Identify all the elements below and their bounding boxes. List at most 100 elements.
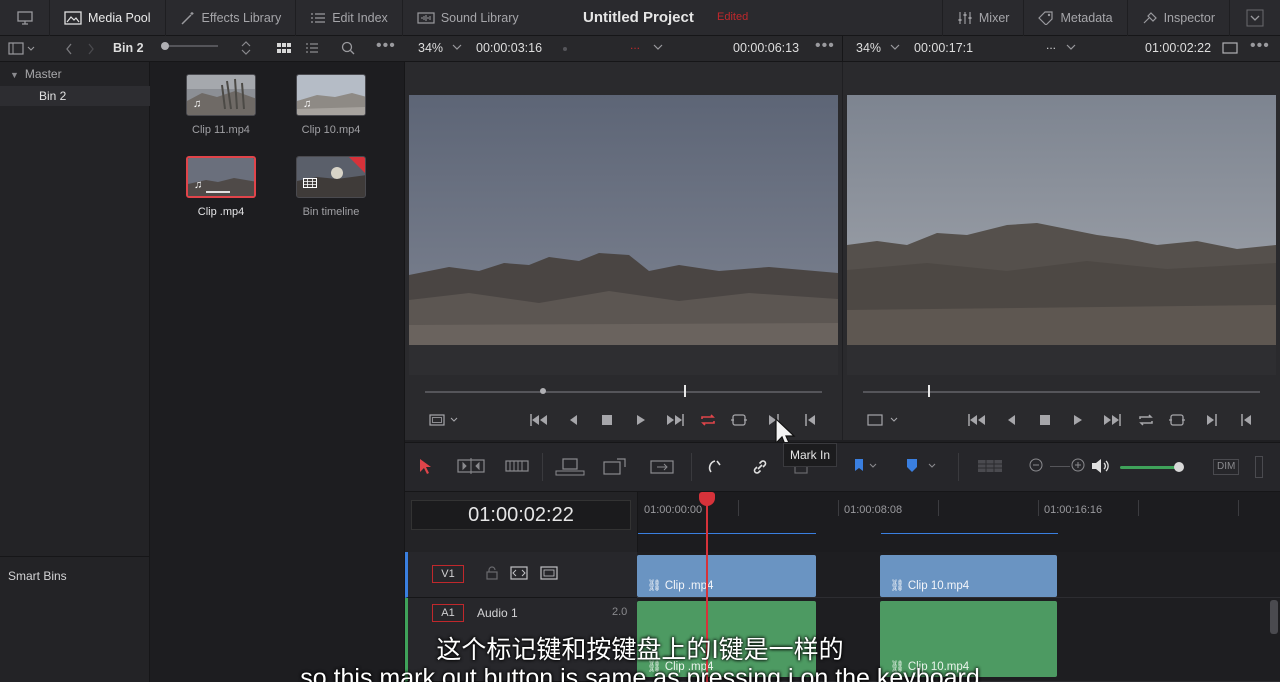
search-icon[interactable] bbox=[341, 41, 355, 55]
program-timecode: 00:00:17:1 bbox=[914, 41, 974, 55]
grid-view-icon[interactable] bbox=[276, 42, 292, 54]
program-zoom-chevron-icon[interactable] bbox=[890, 43, 900, 51]
source-clip-chevron-icon[interactable] bbox=[653, 43, 663, 51]
stop-icon[interactable] bbox=[601, 413, 613, 430]
volume-icon[interactable] bbox=[1091, 458, 1111, 477]
clip-item-selected[interactable]: ♫ Clip .mp4 bbox=[171, 156, 271, 218]
sort-icon[interactable] bbox=[240, 41, 252, 55]
source-scrubber[interactable] bbox=[425, 391, 822, 393]
forward-arrow-icon[interactable] bbox=[86, 42, 96, 56]
source-playhead[interactable] bbox=[684, 385, 686, 397]
thumb-size-slider[interactable] bbox=[162, 45, 218, 47]
loop-icon[interactable] bbox=[1137, 413, 1155, 430]
expand-chevron-icon[interactable]: ▼ bbox=[10, 70, 19, 80]
mark-out-icon[interactable] bbox=[804, 413, 816, 430]
track-video-icon[interactable] bbox=[540, 566, 558, 583]
clip-thumbnail[interactable]: ♫ bbox=[186, 74, 256, 116]
mixer-button[interactable]: Mixer bbox=[941, 0, 1025, 36]
jump-start-icon[interactable] bbox=[967, 413, 987, 430]
timeline-timecode[interactable]: 01:00:02:22 bbox=[411, 500, 631, 530]
stop-icon[interactable] bbox=[1039, 413, 1051, 430]
program-chevron-icon[interactable] bbox=[1066, 43, 1076, 51]
source-zoom-chevron-icon[interactable] bbox=[452, 43, 462, 51]
source-in-handle[interactable] bbox=[540, 388, 546, 394]
timeline-item[interactable]: Bin timeline bbox=[281, 156, 381, 218]
jump-end-icon[interactable] bbox=[665, 413, 685, 430]
clip-item[interactable]: ♫ Clip 11.mp4 bbox=[171, 74, 271, 136]
source-video-frame[interactable] bbox=[409, 95, 838, 345]
program-zoom[interactable]: 34% bbox=[856, 41, 881, 55]
back-arrow-icon[interactable] bbox=[64, 42, 74, 56]
metadata-button[interactable]: Metadata bbox=[1024, 0, 1128, 36]
list-view-icon[interactable] bbox=[305, 42, 319, 54]
master-bin[interactable]: ▼ Master bbox=[10, 67, 62, 81]
sound-library-button[interactable]: Sound Library bbox=[403, 0, 533, 36]
expand-button[interactable] bbox=[1230, 0, 1280, 36]
auto-select-icon[interactable] bbox=[510, 566, 528, 583]
clip-thumbnail[interactable]: ♫ bbox=[186, 156, 256, 198]
clip-mode-icon[interactable] bbox=[429, 413, 461, 430]
clip-thumbnail[interactable]: ♫ bbox=[296, 74, 366, 116]
video-clip[interactable]: ⛓ Clip 10.mp4 bbox=[880, 555, 1057, 597]
zoom-slider[interactable] bbox=[1050, 466, 1070, 467]
link-icon: ⛓ bbox=[890, 580, 905, 592]
reverse-icon[interactable] bbox=[568, 413, 578, 430]
mark-in-icon[interactable] bbox=[1206, 413, 1218, 430]
program-options-icon[interactable]: ••• bbox=[1250, 37, 1270, 55]
sidebar-toggle-icon[interactable] bbox=[8, 42, 36, 56]
media-pool-button[interactable]: Media Pool bbox=[50, 0, 166, 36]
flag-icon[interactable] bbox=[853, 458, 879, 477]
blade-tool-icon[interactable] bbox=[505, 458, 529, 477]
match-frame-icon[interactable] bbox=[1168, 413, 1186, 430]
jump-end-icon[interactable] bbox=[1102, 413, 1122, 430]
thumb-size-handle[interactable] bbox=[161, 42, 169, 50]
viewer-mode-icon[interactable] bbox=[867, 413, 905, 430]
audio-note-icon: ♫ bbox=[193, 98, 202, 110]
track-name-a1[interactable]: Audio 1 bbox=[477, 606, 518, 620]
track-label-v1[interactable]: V1 bbox=[432, 565, 464, 583]
source-zoom[interactable]: 34% bbox=[418, 41, 443, 55]
inspector-button[interactable]: Inspector bbox=[1128, 0, 1230, 36]
dim-button[interactable]: DIM bbox=[1213, 459, 1240, 475]
clip-item[interactable]: ♫ Clip 10.mp4 bbox=[281, 74, 381, 136]
effects-library-button[interactable]: Effects Library bbox=[166, 0, 297, 36]
program-scrubber[interactable] bbox=[863, 391, 1260, 393]
volume-slider[interactable] bbox=[1120, 466, 1182, 469]
mark-out-icon[interactable] bbox=[1240, 413, 1252, 430]
timeline-view-options-icon[interactable] bbox=[977, 458, 1003, 477]
play-icon[interactable] bbox=[1073, 413, 1083, 430]
workspace-button[interactable] bbox=[0, 0, 50, 36]
trim-tool-icon[interactable] bbox=[457, 458, 485, 477]
viewer-mode-icon[interactable] bbox=[1222, 42, 1238, 54]
overwrite-clip-icon[interactable] bbox=[603, 458, 627, 479]
source-options-icon[interactable]: ••• bbox=[815, 37, 835, 55]
play-icon[interactable] bbox=[636, 413, 646, 430]
marker-icon[interactable] bbox=[905, 458, 937, 477]
track-label-a1[interactable]: A1 bbox=[432, 604, 464, 622]
loop-icon[interactable] bbox=[699, 413, 717, 430]
video-clip[interactable]: ⛓ Clip .mp4 bbox=[637, 555, 816, 597]
link-icon[interactable] bbox=[751, 458, 769, 479]
timeline-scrollbar[interactable] bbox=[1270, 600, 1278, 634]
program-video-frame[interactable] bbox=[847, 95, 1276, 345]
edit-index-button[interactable]: Edit Index bbox=[296, 0, 403, 36]
insert-clip-icon[interactable] bbox=[555, 458, 585, 479]
volume-slider-handle[interactable] bbox=[1174, 462, 1184, 472]
timeline-thumbnail[interactable] bbox=[296, 156, 366, 198]
match-frame-icon[interactable] bbox=[730, 413, 748, 430]
bin-item-bin-2[interactable]: Bin 2 bbox=[0, 86, 150, 106]
clip-range-bar bbox=[638, 533, 816, 534]
jump-start-icon[interactable] bbox=[529, 413, 549, 430]
replace-clip-icon[interactable] bbox=[647, 458, 677, 479]
snapping-icon[interactable] bbox=[707, 458, 725, 479]
lock-icon[interactable] bbox=[486, 566, 498, 583]
reverse-icon[interactable] bbox=[1006, 413, 1016, 430]
zoom-out-icon[interactable] bbox=[1029, 458, 1043, 475]
program-name[interactable]: ... bbox=[1046, 38, 1056, 52]
smart-bins-header[interactable]: Smart Bins bbox=[0, 556, 150, 592]
zoom-in-icon[interactable] bbox=[1071, 458, 1085, 475]
pool-options-icon[interactable]: ••• bbox=[376, 37, 396, 55]
program-playhead[interactable] bbox=[928, 385, 930, 397]
selection-tool-icon[interactable] bbox=[419, 458, 431, 477]
timeline-ruler[interactable]: 01:00:00:00 01:00:08:08 01:00:16:16 bbox=[637, 492, 1280, 552]
